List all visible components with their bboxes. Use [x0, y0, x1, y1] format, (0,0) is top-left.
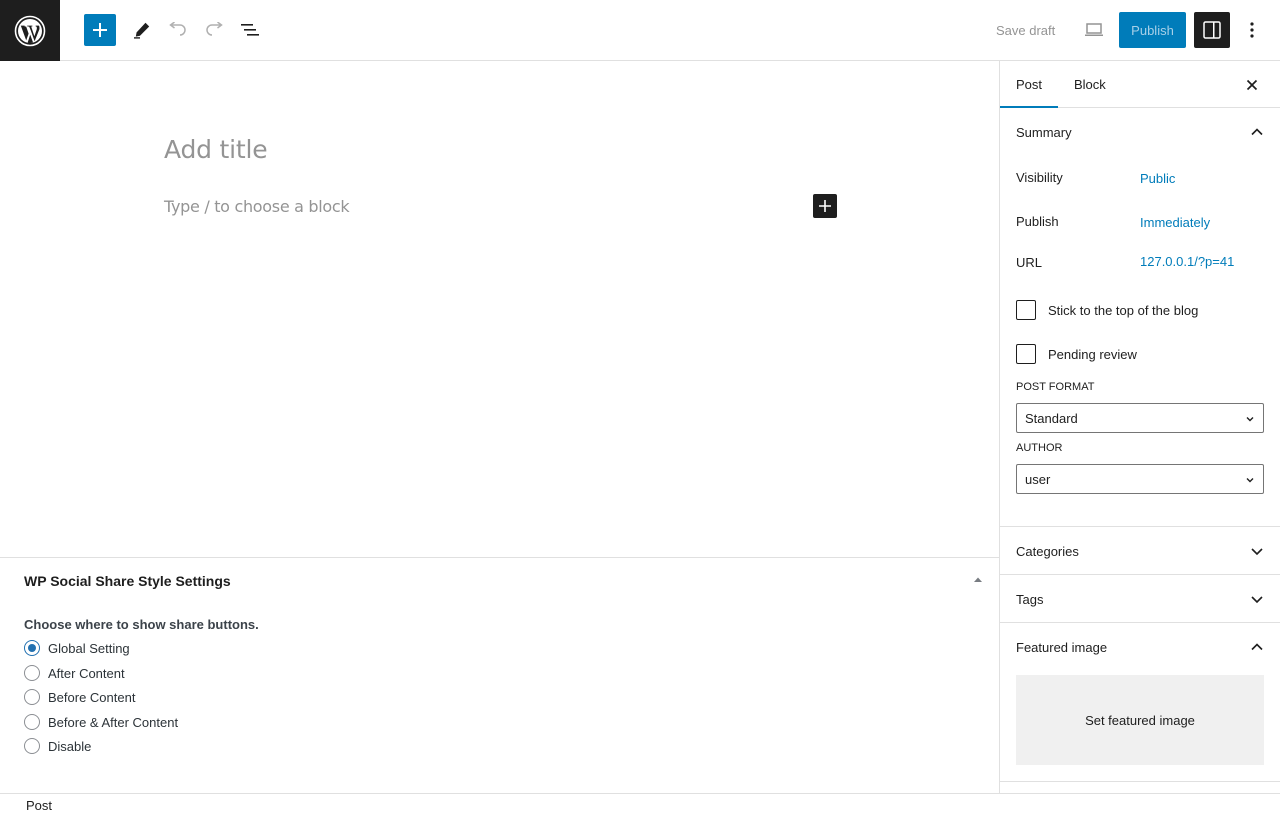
radio-global-setting[interactable]: Global Setting	[24, 640, 130, 656]
pending-review-checkbox-row[interactable]: Pending review	[1016, 344, 1137, 364]
plus-icon	[819, 200, 831, 212]
editor-footer: Post	[0, 793, 1280, 818]
radio-disable[interactable]: Disable	[24, 738, 91, 754]
visibility-label: Visibility	[1016, 170, 1063, 185]
breadcrumb[interactable]: Post	[26, 798, 52, 813]
checkbox-label: Pending review	[1048, 346, 1137, 362]
radio-before-after-content[interactable]: Before & After Content	[24, 714, 178, 730]
triangle-up-icon	[974, 577, 982, 582]
tags-panel-toggle[interactable]: Tags	[1000, 575, 1280, 623]
editor-header: Save draft Publish	[0, 0, 1280, 61]
author-select[interactable]: user	[1016, 464, 1264, 494]
laptop-icon	[1085, 23, 1103, 36]
publish-label: Publish	[1016, 214, 1059, 229]
undo-icon	[169, 22, 186, 36]
radio-before-content[interactable]: Before Content	[24, 689, 135, 705]
block-inserter-button[interactable]	[84, 14, 116, 46]
close-sidebar-button[interactable]	[1240, 73, 1264, 97]
block-appender[interactable]: Type / to choose a block	[164, 197, 350, 216]
url-label: URL	[1016, 255, 1043, 270]
panel-title: Summary	[1016, 124, 1072, 140]
chevron-up-icon	[1251, 128, 1263, 136]
metabox-collapse-toggle[interactable]	[972, 574, 984, 586]
radio-after-content[interactable]: After Content	[24, 665, 125, 681]
chevron-down-icon	[1251, 548, 1263, 556]
radio-button[interactable]	[24, 640, 40, 656]
list-view-button[interactable]	[236, 14, 264, 46]
social-share-metabox: WP Social Share Style Settings Choose wh…	[0, 557, 999, 793]
plus-icon	[93, 23, 107, 37]
radio-button[interactable]	[24, 689, 40, 705]
publish-date-toggle[interactable]: Immediately	[1140, 215, 1210, 230]
summary-panel-toggle[interactable]: Summary	[1000, 108, 1280, 156]
chevron-down-icon	[1246, 478, 1254, 483]
divider	[1000, 781, 1280, 782]
post-format-label: POST FORMAT	[1016, 381, 1095, 393]
chevron-down-icon	[1251, 596, 1263, 604]
editor-canvas: Add title Type / to choose a block	[0, 61, 999, 557]
checkbox-label: Stick to the top of the blog	[1048, 302, 1199, 318]
panel-title: Tags	[1016, 591, 1044, 607]
list-view-icon	[241, 24, 259, 36]
settings-toggle-button[interactable]	[1194, 12, 1230, 48]
sidebar-toggle-icon	[1203, 21, 1221, 39]
metabox-question: Choose where to show share buttons.	[24, 617, 259, 632]
vertical-ellipsis-icon	[1250, 22, 1254, 38]
preview-button[interactable]	[1080, 14, 1108, 46]
wordpress-logo[interactable]	[0, 0, 60, 61]
select-value: Standard	[1025, 410, 1078, 426]
tab-block[interactable]: Block	[1058, 61, 1122, 108]
chevron-down-icon	[1246, 417, 1254, 422]
radio-button[interactable]	[24, 665, 40, 681]
radio-label: Before Content	[48, 689, 136, 705]
pencil-icon	[134, 22, 150, 39]
set-featured-image-button[interactable]: Set featured image	[1016, 675, 1264, 765]
tools-button[interactable]	[128, 14, 156, 46]
featured-image-panel-toggle[interactable]: Featured image	[1000, 623, 1280, 671]
radio-label: Before & After Content	[48, 714, 179, 730]
redo-icon	[206, 22, 223, 36]
undo-button[interactable]	[164, 14, 192, 46]
sticky-checkbox-row[interactable]: Stick to the top of the blog	[1016, 300, 1198, 320]
radio-label: Disable	[48, 738, 92, 754]
visibility-toggle[interactable]: Public	[1140, 171, 1175, 186]
radio-label: Global Setting	[48, 640, 130, 656]
select-value: user	[1025, 471, 1051, 487]
author-label: AUTHOR	[1016, 442, 1063, 454]
url-toggle[interactable]: 127.0.0.1/?p=41	[1140, 254, 1234, 269]
categories-panel-toggle[interactable]: Categories	[1000, 527, 1280, 575]
chevron-up-icon	[1251, 643, 1263, 651]
post-title-input[interactable]: Add title	[164, 135, 268, 164]
options-menu-button[interactable]	[1238, 14, 1266, 46]
block-add-button[interactable]	[813, 194, 837, 218]
radio-label: After Content	[48, 665, 125, 681]
post-format-select[interactable]: Standard	[1016, 403, 1264, 433]
panel-title: Categories	[1016, 543, 1079, 559]
metabox-title: WP Social Share Style Settings	[24, 573, 231, 589]
radio-button[interactable]	[24, 714, 40, 730]
pending-review-checkbox[interactable]	[1016, 344, 1036, 364]
save-draft-button[interactable]: Save draft	[984, 14, 1067, 46]
redo-button[interactable]	[200, 14, 228, 46]
settings-sidebar: Post Block Summary Visibility Public Pub…	[999, 61, 1280, 793]
tab-post[interactable]: Post	[1000, 61, 1058, 108]
wordpress-logo-icon	[14, 15, 46, 46]
sidebar-tabs: Post Block	[1000, 61, 1280, 108]
sticky-checkbox[interactable]	[1016, 300, 1036, 320]
panel-title: Featured image	[1016, 639, 1108, 655]
radio-button[interactable]	[24, 738, 40, 754]
publish-button[interactable]: Publish	[1119, 12, 1186, 48]
close-icon	[1246, 79, 1258, 91]
